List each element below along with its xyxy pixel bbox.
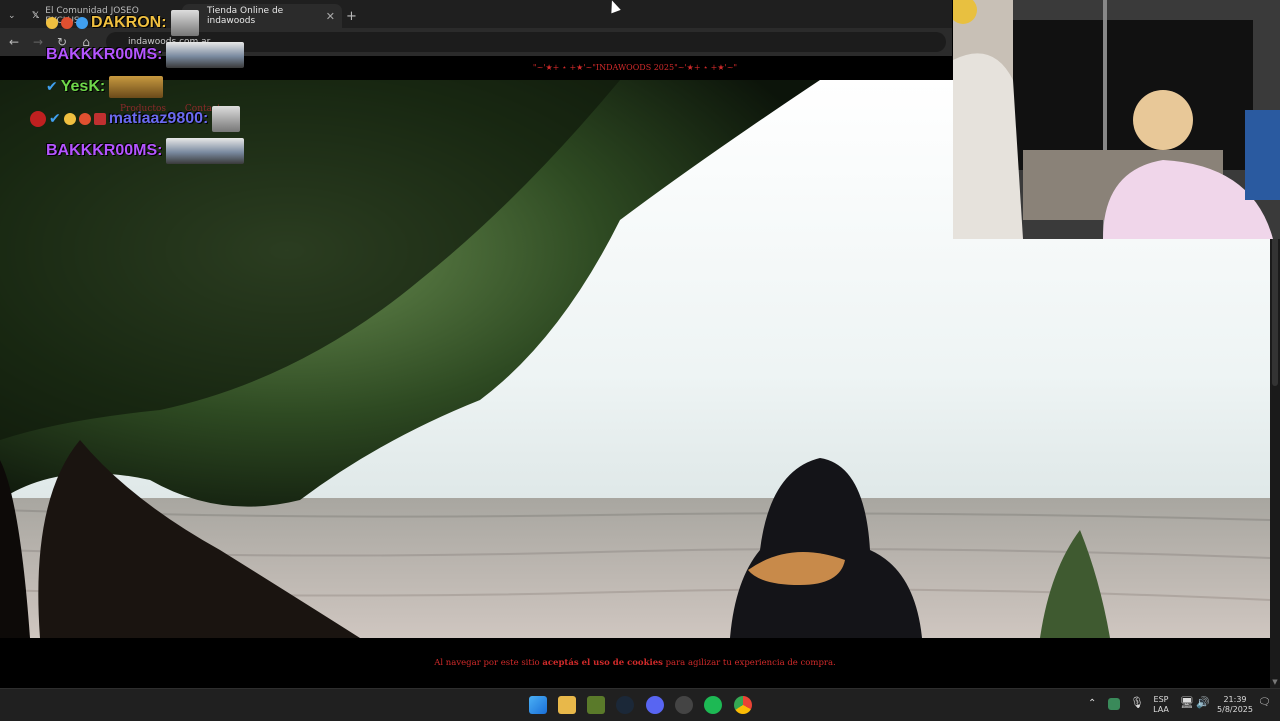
network-icon[interactable]: 🖥 — [1180, 697, 1194, 708]
chat-message: ✔ YesK: — [46, 76, 164, 98]
chat-username: YesK: — [60, 78, 106, 95]
tab-list-button[interactable]: ⌄ — [4, 4, 20, 28]
badge-icon — [93, 113, 106, 125]
badge-icon — [63, 113, 76, 125]
badge-icon — [61, 17, 73, 29]
cookie-banner: Al navegar por este sitio aceptás el uso… — [0, 638, 1270, 688]
chat-username: DAKRON: — [91, 14, 167, 31]
forward-arrow-icon[interactable]: → — [30, 34, 46, 50]
cookie-text-end: para agilizar tu experiencia de compra. — [662, 658, 836, 668]
microphone-icon[interactable]: 🎙 — [1130, 697, 1144, 708]
webcam-overlay — [953, 0, 1280, 239]
volume-icon[interactable]: 🔊 — [1196, 697, 1210, 708]
clock-time: 21:39 — [1223, 695, 1247, 704]
close-tab-icon[interactable]: ✕ — [319, 10, 342, 23]
chat-emote — [166, 42, 245, 68]
app-icon[interactable] — [675, 696, 693, 714]
file-explorer-icon[interactable] — [558, 696, 576, 714]
badge-icon — [46, 17, 58, 29]
tab-label: Tienda Online de indawoods — [207, 6, 284, 26]
discord-icon[interactable] — [646, 696, 664, 714]
clock[interactable]: 21:39 5/8/2025 — [1214, 695, 1256, 715]
xbox-app-icon[interactable] — [587, 696, 605, 714]
chat-username: matiaaz9800: — [108, 110, 209, 127]
chat-emote — [109, 76, 164, 98]
language-indicator[interactable]: ESP LAA — [1150, 695, 1172, 715]
chat-message: BAKKKR00MS: — [46, 42, 245, 68]
chat-emote — [212, 106, 241, 132]
badge-icon — [78, 113, 91, 125]
language-bottom: LAA — [1153, 705, 1169, 714]
x-logo-icon: 𝕏 — [32, 11, 40, 21]
new-tab-button[interactable]: + — [346, 4, 362, 28]
cookie-text-start: Al navegar por este sitio — [434, 658, 543, 668]
chat-username: BAKKKR00MS: — [46, 142, 163, 159]
chat-emote — [170, 10, 199, 36]
notifications-icon[interactable]: 🗨 — [1258, 698, 1271, 708]
windows-icon[interactable] — [529, 696, 547, 714]
chevron-down-icon: ⌄ — [8, 11, 16, 21]
chat-message: ✔ matiaaz9800: — [30, 106, 241, 132]
chat-emote — [166, 138, 245, 164]
chat-message: BAKKKR00MS: — [46, 138, 245, 164]
chrome-icon[interactable] — [734, 696, 752, 714]
clock-date: 5/8/2025 — [1217, 705, 1253, 714]
scroll-down-arrow-icon[interactable]: ▼ — [1270, 678, 1280, 688]
windows-taskbar: ⌃ 🎙 ESP LAA 🖥 🔊 21:39 5/8/2025 🗨 — [0, 688, 1280, 721]
spotify-icon[interactable] — [704, 696, 722, 714]
cookie-accept-link[interactable]: aceptás el uso de cookies — [542, 658, 663, 668]
cookie-text: Al navegar por este sitio aceptás el uso… — [0, 658, 1270, 668]
chat-message: DAKRON: — [46, 10, 199, 36]
badge-icon — [76, 17, 88, 29]
webcam-illustration — [953, 0, 1280, 239]
security-icon[interactable] — [1108, 698, 1120, 710]
back-arrow-icon[interactable]: ← — [6, 34, 22, 50]
show-hidden-icons-icon[interactable]: ⌃ — [1088, 699, 1096, 709]
tab-indawoods[interactable]: Tienda Online de indawoods ✕ — [182, 4, 342, 28]
verified-icon: ✔ — [49, 111, 61, 127]
verified-icon: ✔ — [46, 79, 58, 95]
steam-icon[interactable] — [616, 696, 634, 714]
language-top: ESP — [1153, 695, 1169, 704]
chat-username: BAKKKR00MS: — [46, 46, 163, 63]
badge-icon — [30, 111, 46, 127]
